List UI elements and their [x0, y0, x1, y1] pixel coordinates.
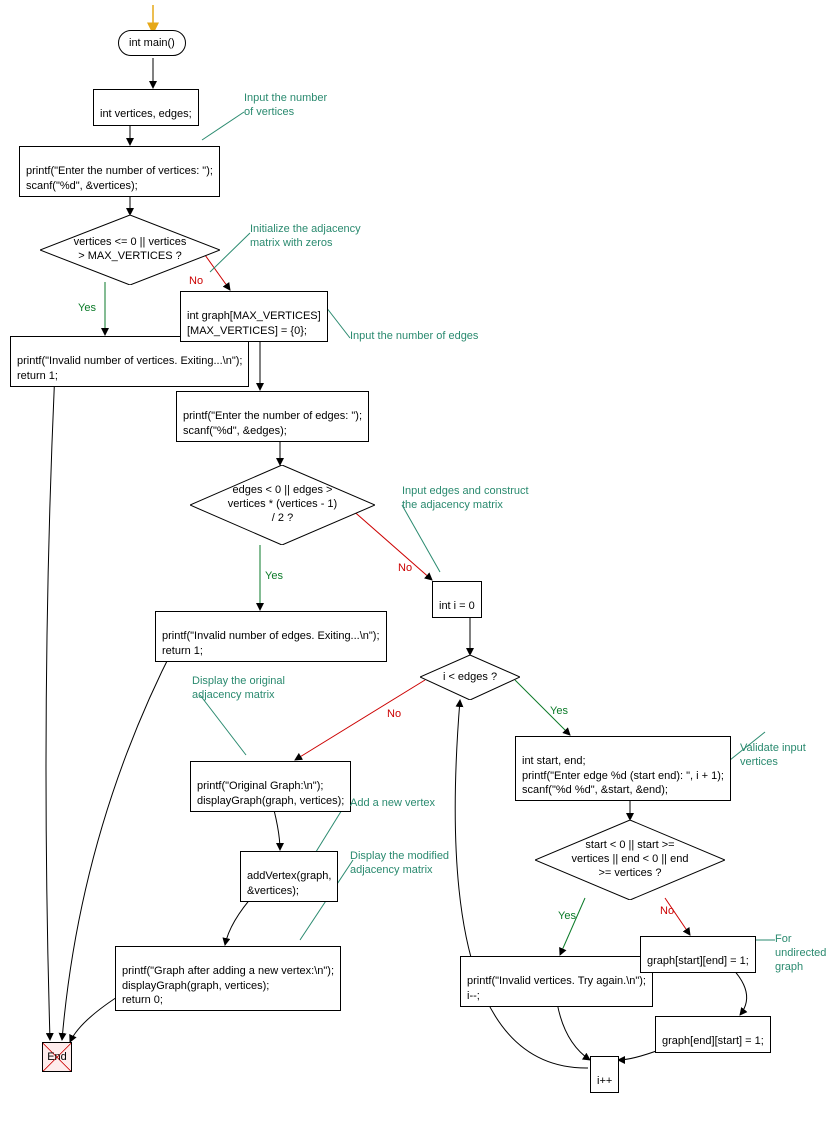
n15-text: printf("Graph after adding a new vertex:…: [122, 965, 334, 1006]
process-n10: graph[start][end] = 1;: [640, 936, 756, 973]
n1-text: int vertices, edges;: [100, 108, 192, 120]
process-n5: printf("Enter the number of edges: "); s…: [176, 391, 369, 442]
process-n1: int vertices, edges;: [93, 89, 199, 126]
n13-text: printf("Original Graph:\n"); displayGrap…: [197, 780, 344, 806]
process-n4: int graph[MAX_VERTICES] [MAX_VERTICES] =…: [180, 291, 328, 342]
decision-d2: edges < 0 || edges > vertices * (vertice…: [190, 465, 375, 545]
process-n6: printf("Invalid number of edges. Exiting…: [155, 611, 387, 662]
d2-text: edges < 0 || edges > vertices * (vertice…: [224, 484, 341, 525]
annot-a9: Display the modified adjacency matrix: [350, 850, 449, 878]
n11-text: graph[end][start] = 1;: [662, 1035, 764, 1047]
d4-text: start < 0 || start >= vertices || end < …: [568, 839, 693, 880]
process-n7: int i = 0: [432, 581, 482, 618]
process-n15: printf("Graph after adding a new vertex:…: [115, 946, 341, 1011]
d3-no: No: [387, 708, 401, 720]
process-n11: graph[end][start] = 1;: [655, 1016, 771, 1053]
n8-text: int start, end; printf("Enter edge %d (s…: [522, 755, 724, 796]
process-n9: printf("Invalid vertices. Try again.\n")…: [460, 956, 653, 1007]
process-n2: printf("Enter the number of vertices: ")…: [19, 146, 220, 197]
d1-no: No: [189, 275, 203, 287]
annot-a6: For undirected graph: [775, 933, 833, 974]
d3-yes: Yes: [550, 705, 568, 717]
n6-text: printf("Invalid number of edges. Exiting…: [162, 630, 380, 656]
annot-a2: Initialize the adjacency matrix with zer…: [250, 223, 361, 251]
n2-text: printf("Enter the number of vertices: ")…: [26, 165, 213, 191]
annot-a5: Validate input vertices: [740, 742, 833, 770]
end-node: End: [42, 1042, 72, 1072]
n9-text: printf("Invalid vertices. Try again.\n")…: [467, 975, 646, 1001]
annot-a4: Input edges and construct the adjacency …: [402, 485, 529, 513]
d2-yes: Yes: [265, 570, 283, 582]
annot-a7: Display the original adjacency matrix: [192, 675, 285, 703]
n5-text: printf("Enter the number of edges: "); s…: [183, 410, 362, 436]
d4-yes: Yes: [558, 910, 576, 922]
n7-text: int i = 0: [439, 600, 475, 612]
annot-a1: Input the number of vertices: [244, 92, 327, 120]
process-n8: int start, end; printf("Enter edge %d (s…: [515, 736, 731, 801]
d2-no: No: [398, 562, 412, 574]
n14-text: addVertex(graph, &vertices);: [247, 870, 331, 896]
decision-d3: i < edges ?: [420, 655, 520, 700]
annot-a3: Input the number of edges: [350, 330, 478, 344]
process-n3: printf("Invalid number of vertices. Exit…: [10, 336, 249, 387]
end-label: End: [47, 1051, 67, 1063]
annot-a8: Add a new vertex: [350, 797, 435, 811]
decision-d4: start < 0 || start >= vertices || end < …: [535, 820, 725, 900]
n12-text: i++: [597, 1075, 612, 1087]
d4-no: No: [660, 905, 674, 917]
d1-text: vertices <= 0 || vertices > MAX_VERTICES…: [70, 236, 191, 264]
d1-yes: Yes: [78, 302, 96, 314]
process-n13: printf("Original Graph:\n"); displayGrap…: [190, 761, 351, 812]
process-n12: i++: [590, 1056, 619, 1093]
n3-text: printf("Invalid number of vertices. Exit…: [17, 355, 242, 381]
start-node: int main(): [118, 30, 186, 56]
n10-text: graph[start][end] = 1;: [647, 955, 749, 967]
n4-text: int graph[MAX_VERTICES] [MAX_VERTICES] =…: [187, 310, 321, 336]
start-label: int main(): [129, 37, 175, 49]
process-n14: addVertex(graph, &vertices);: [240, 851, 338, 902]
d3-text: i < edges ?: [439, 671, 501, 685]
